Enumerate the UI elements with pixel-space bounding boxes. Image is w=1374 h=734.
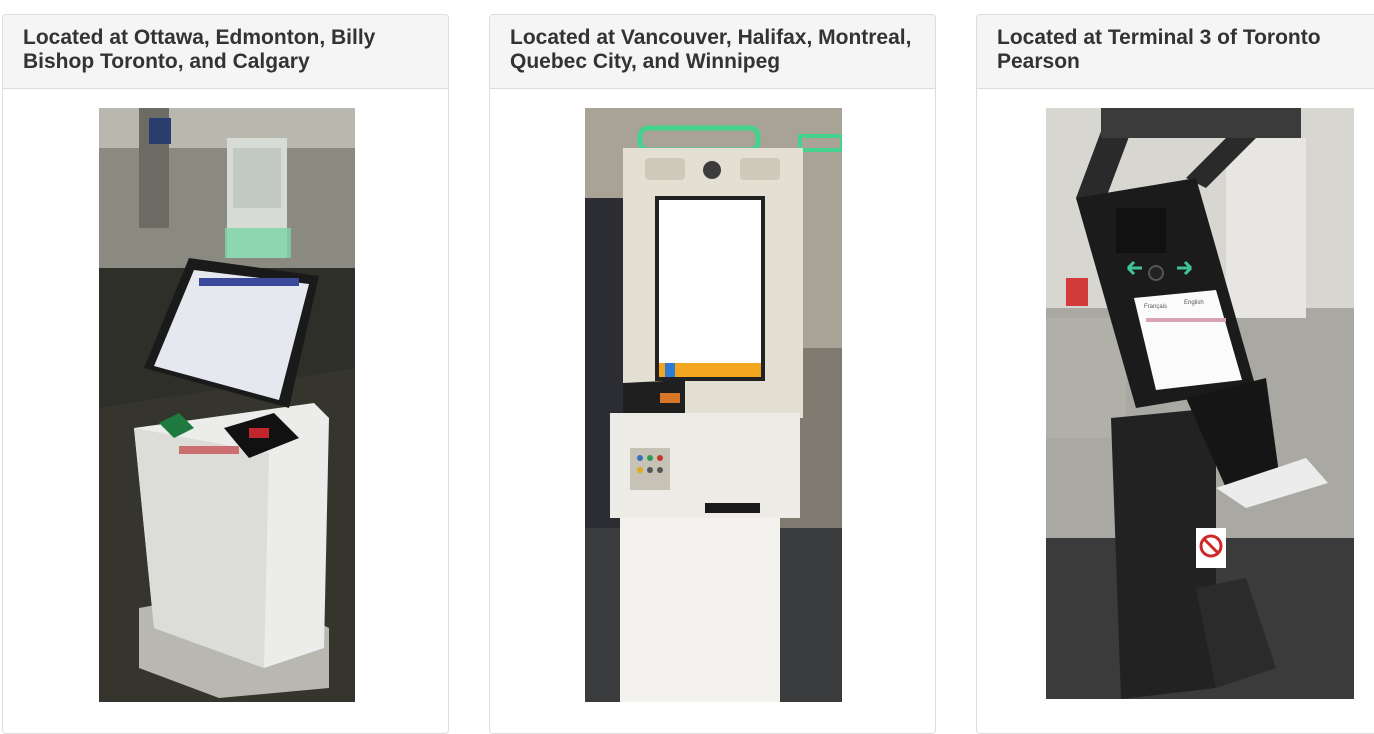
svg-text:Français: Français [1144,304,1167,310]
panel-heading: Located at Ottawa, Edmonton, Billy Bisho… [3,15,448,89]
kiosk-illustration [585,108,842,702]
kiosk-panel-2: Located at Vancouver, Halifax, Montreal,… [489,14,936,734]
panel-title: Located at Ottawa, Edmonton, Billy Bisho… [23,26,376,73]
kiosk-photo-toronto: Français English [1046,108,1354,699]
kiosk-panel-1: Located at Ottawa, Edmonton, Billy Bisho… [2,14,449,734]
panel-title: Located at Vancouver, Halifax, Montreal,… [510,26,912,73]
kiosk-illustration [99,108,355,702]
kiosk-panel-3: Located at Terminal 3 of Toronto Pearson… [976,14,1374,734]
panel-heading: Located at Terminal 3 of Toronto Pearson [977,15,1374,89]
panel-title: Located at Terminal 3 of Toronto Pearson [997,26,1321,73]
svg-text:English: English [1184,300,1204,306]
kiosk-photo-ottawa [99,108,355,702]
kiosk-illustration: Français English [1046,108,1354,699]
panel-heading: Located at Vancouver, Halifax, Montreal,… [490,15,935,89]
kiosk-photo-vancouver [585,108,842,702]
